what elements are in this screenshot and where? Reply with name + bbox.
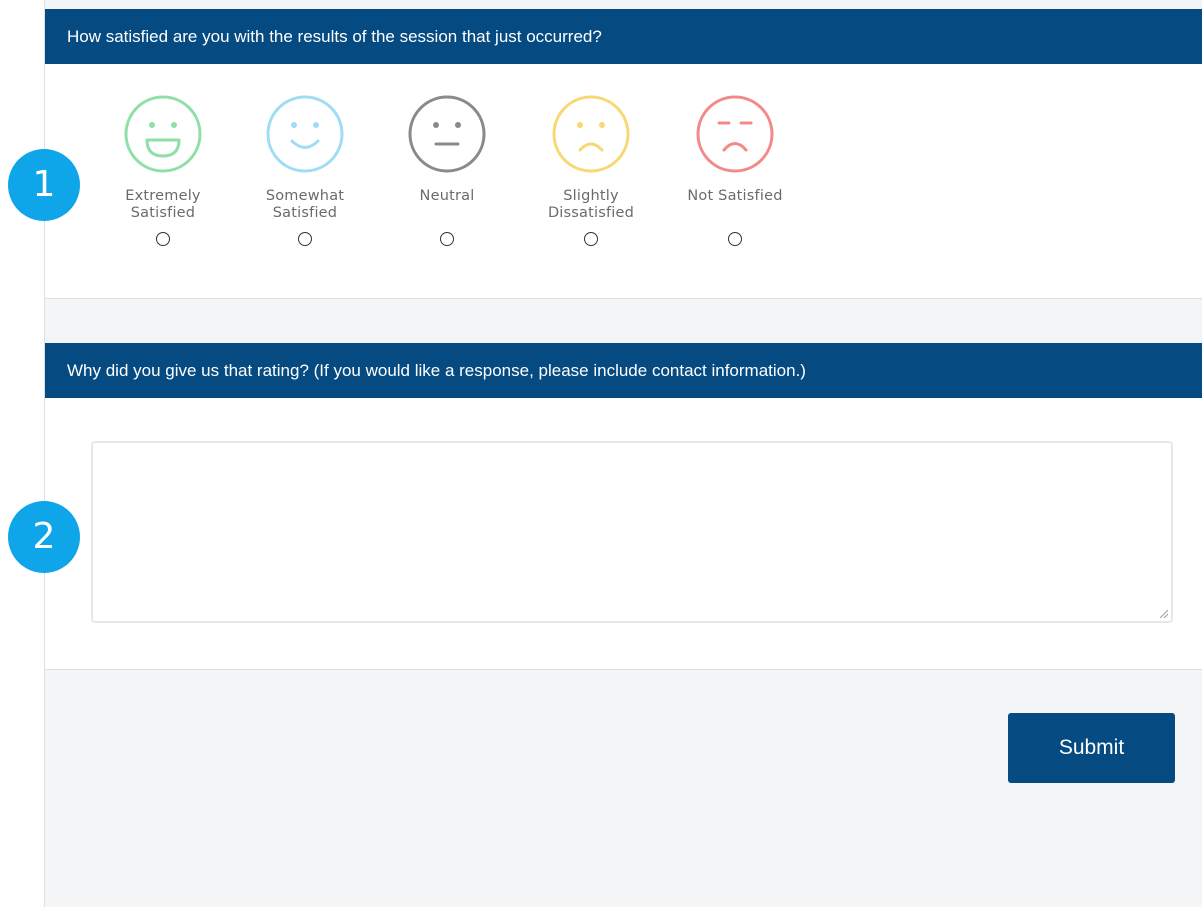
satisfaction-options-panel: Extremely Satisfied Somewhat Satisfied N… — [45, 64, 1202, 299]
very-happy-face-icon — [124, 95, 202, 173]
happy-face-icon — [266, 95, 344, 173]
option-label: Not Satisfied — [687, 188, 783, 204]
option-label: Slightly Dissatisfied — [547, 188, 635, 221]
radio-somewhat-satisfied[interactable] — [298, 232, 312, 246]
submit-button[interactable]: Submit — [1008, 713, 1175, 783]
question-2-title: Why did you give us that rating? (If you… — [67, 361, 806, 380]
option-slightly-dissatisfied[interactable]: Slightly Dissatisfied — [531, 94, 651, 246]
comment-textarea[interactable] — [91, 441, 1173, 623]
radio-slightly-dissatisfied[interactable] — [584, 232, 598, 246]
very-sad-face-icon — [696, 95, 774, 173]
radio-extremely-satisfied[interactable] — [156, 232, 170, 246]
radio-neutral[interactable] — [440, 232, 454, 246]
step-1-badge: 1 — [8, 149, 80, 221]
step-2-badge: 2 — [8, 501, 80, 573]
option-neutral[interactable]: Neutral — [387, 94, 507, 246]
option-label: Extremely Satisfied — [125, 188, 201, 221]
question-2-header: Why did you give us that rating? (If you… — [45, 343, 1202, 398]
radio-not-satisfied[interactable] — [728, 232, 742, 246]
survey-form: How satisfied are you with the results o… — [44, 0, 1202, 907]
option-somewhat-satisfied[interactable]: Somewhat Satisfied — [245, 94, 365, 246]
resize-grip-icon[interactable] — [1158, 608, 1168, 618]
question-1-header: How satisfied are you with the results o… — [45, 9, 1202, 64]
question-1-title: How satisfied are you with the results o… — [67, 27, 602, 46]
neutral-face-icon — [408, 95, 486, 173]
option-not-satisfied[interactable]: Not Satisfied — [675, 94, 795, 246]
comment-panel — [45, 398, 1202, 670]
option-label: Neutral — [419, 188, 475, 204]
option-label: Somewhat Satisfied — [265, 188, 345, 221]
sad-face-icon — [552, 95, 630, 173]
option-extremely-satisfied[interactable]: Extremely Satisfied — [103, 94, 223, 246]
